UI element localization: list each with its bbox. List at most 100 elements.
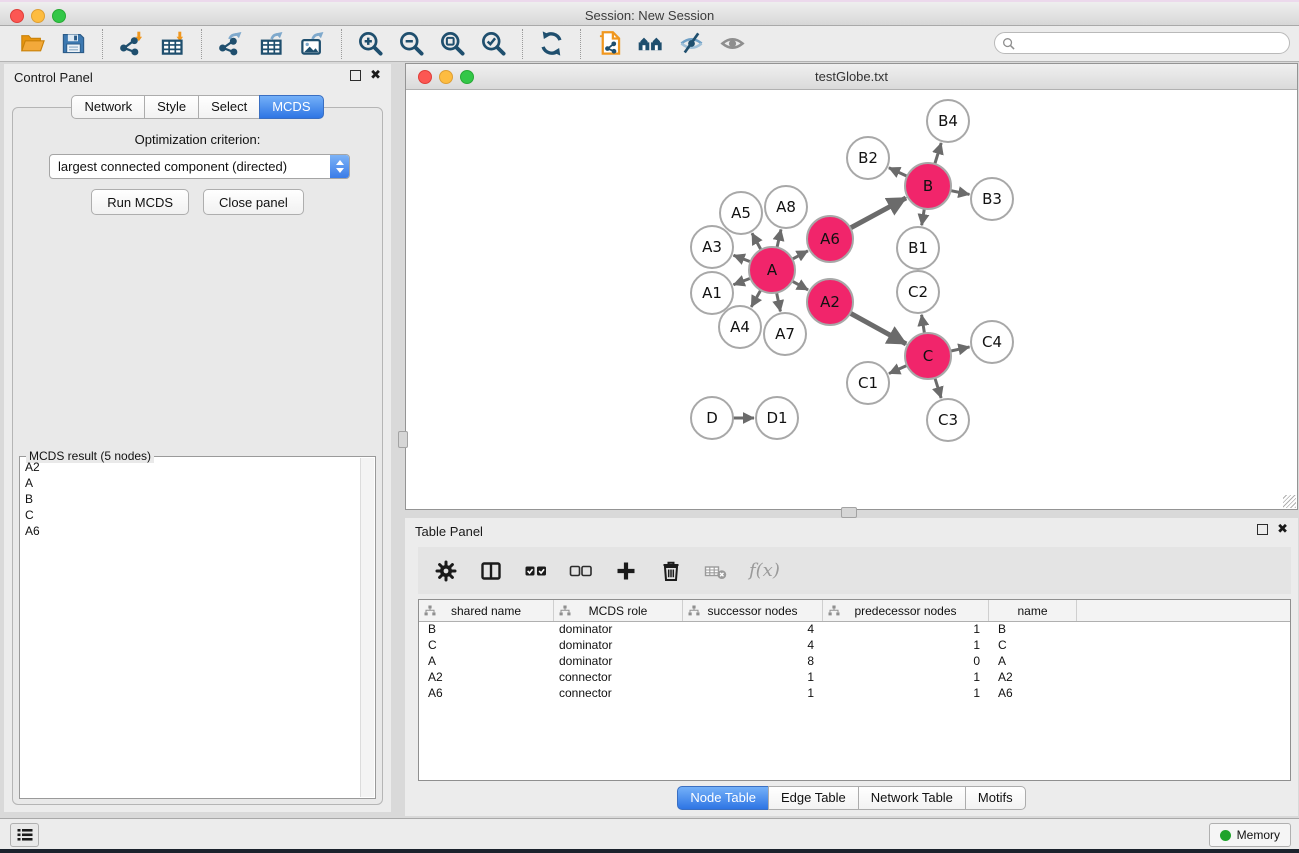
save-session-icon[interactable] xyxy=(60,30,87,57)
close-panel-button[interactable]: Close panel xyxy=(203,189,304,215)
float-panel-icon[interactable] xyxy=(350,70,361,81)
table-cell[interactable]: 0 xyxy=(823,654,989,670)
task-history-button[interactable] xyxy=(10,823,39,847)
table-cell[interactable]: A6 xyxy=(989,686,1077,702)
table-cell[interactable]: 1 xyxy=(683,686,823,702)
clone-network-icon[interactable] xyxy=(596,30,623,57)
graph-node-A4[interactable]: A4 xyxy=(719,306,761,348)
tab-network-table[interactable]: Network Table xyxy=(858,786,966,810)
table-cell[interactable]: 8 xyxy=(683,654,823,670)
table-row[interactable]: A2connector11A2 xyxy=(419,670,1290,686)
table-cell[interactable]: 1 xyxy=(683,670,823,686)
table-cell[interactable]: A xyxy=(989,654,1077,670)
graph-node-A2[interactable]: A2 xyxy=(807,279,853,325)
graph-node-D1[interactable]: D1 xyxy=(756,397,798,439)
table-cell[interactable]: dominator xyxy=(554,654,683,670)
column-header-predecessor-nodes[interactable]: predecessor nodes xyxy=(823,600,989,621)
dropdown-stepper-icon[interactable] xyxy=(330,155,349,178)
show-all-views-icon[interactable] xyxy=(637,30,664,57)
mcds-result-item[interactable]: A6 xyxy=(21,523,360,539)
column-header-name[interactable]: name xyxy=(989,600,1077,621)
tab-network[interactable]: Network xyxy=(71,95,145,119)
tab-mcds[interactable]: MCDS xyxy=(259,95,323,119)
column-header-successor-nodes[interactable]: successor nodes xyxy=(683,600,823,621)
table-cell[interactable]: B xyxy=(419,622,554,638)
table-cell[interactable]: 4 xyxy=(683,638,823,654)
search-input[interactable] xyxy=(1019,33,1289,53)
export-image-icon[interactable] xyxy=(299,30,326,57)
table-cell[interactable]: 4 xyxy=(683,622,823,638)
zoom-in-icon[interactable] xyxy=(357,30,384,57)
float-panel-icon[interactable] xyxy=(1257,524,1268,535)
export-table-icon[interactable] xyxy=(258,30,285,57)
open-session-icon[interactable] xyxy=(19,30,46,57)
table-cell[interactable]: 1 xyxy=(823,670,989,686)
table-row[interactable]: A6connector11A6 xyxy=(419,686,1290,702)
table-cell[interactable]: C xyxy=(989,638,1077,654)
table-cell[interactable]: dominator xyxy=(554,622,683,638)
hide-details-icon[interactable] xyxy=(678,30,705,57)
table-cell[interactable]: A2 xyxy=(419,670,554,686)
graph-node-A1[interactable]: A1 xyxy=(691,272,733,314)
refresh-layout-icon[interactable] xyxy=(538,30,565,57)
mcds-result-item[interactable]: B xyxy=(21,491,360,507)
graph-node-C1[interactable]: C1 xyxy=(847,362,889,404)
graph-node-A3[interactable]: A3 xyxy=(691,226,733,268)
tab-edge-table[interactable]: Edge Table xyxy=(768,786,859,810)
graph-node-C3[interactable]: C3 xyxy=(927,399,969,441)
graph-node-D[interactable]: D xyxy=(691,397,733,439)
graph-node-B4[interactable]: B4 xyxy=(927,100,969,142)
table-options-gear-icon[interactable] xyxy=(434,559,458,583)
table-cell[interactable]: 1 xyxy=(823,638,989,654)
table-cell[interactable]: A2 xyxy=(989,670,1077,686)
splitter-handle-left[interactable] xyxy=(398,431,408,448)
table-cell[interactable]: connector xyxy=(554,670,683,686)
tab-motifs[interactable]: Motifs xyxy=(965,786,1026,810)
graph-node-B1[interactable]: B1 xyxy=(897,227,939,269)
deselect-all-icon[interactable] xyxy=(569,559,593,583)
table-cell[interactable]: dominator xyxy=(554,638,683,654)
add-column-icon[interactable] xyxy=(614,559,638,583)
graph-node-A[interactable]: A xyxy=(749,247,795,293)
table-cell[interactable]: 1 xyxy=(823,686,989,702)
zoom-fit-icon[interactable] xyxy=(439,30,466,57)
column-header-MCDS-role[interactable]: MCDS role xyxy=(554,600,683,621)
tab-node-table[interactable]: Node Table xyxy=(677,786,769,810)
graph-node-C[interactable]: C xyxy=(905,333,951,379)
graph-node-A6[interactable]: A6 xyxy=(807,216,853,262)
table-row[interactable]: Cdominator41C xyxy=(419,638,1290,654)
tab-select[interactable]: Select xyxy=(198,95,260,119)
export-network-icon[interactable] xyxy=(217,30,244,57)
mcds-result-item[interactable]: A2 xyxy=(21,459,360,475)
mcds-result-item[interactable]: C xyxy=(21,507,360,523)
import-network-icon[interactable] xyxy=(118,30,145,57)
graph-node-A8[interactable]: A8 xyxy=(765,186,807,228)
table-cell[interactable]: B xyxy=(989,622,1077,638)
graph-node-C2[interactable]: C2 xyxy=(897,271,939,313)
mcds-result-list[interactable]: A2ABCA6 xyxy=(21,459,360,797)
memory-button[interactable]: Memory xyxy=(1209,823,1291,847)
table-row[interactable]: Bdominator41B xyxy=(419,622,1290,638)
graph-node-C4[interactable]: C4 xyxy=(971,321,1013,363)
function-builder-icon[interactable]: f(x) xyxy=(749,560,780,581)
tab-style[interactable]: Style xyxy=(144,95,199,119)
import-table-icon[interactable] xyxy=(159,30,186,57)
close-panel-icon[interactable]: ✖ xyxy=(370,70,381,81)
search-field[interactable] xyxy=(994,32,1290,54)
graph-node-A7[interactable]: A7 xyxy=(764,313,806,355)
column-view-icon[interactable] xyxy=(479,559,503,583)
table-row[interactable]: Adominator80A xyxy=(419,654,1290,670)
graph-node-B2[interactable]: B2 xyxy=(847,137,889,179)
column-header-shared-name[interactable]: shared name xyxy=(419,600,554,621)
close-panel-icon[interactable]: ✖ xyxy=(1277,524,1288,535)
run-mcds-button[interactable]: Run MCDS xyxy=(91,189,189,215)
graph-node-B3[interactable]: B3 xyxy=(971,178,1013,220)
result-list-scrollbar[interactable] xyxy=(360,458,374,797)
splitter-handle-bottom[interactable] xyxy=(841,507,857,518)
zoom-out-icon[interactable] xyxy=(398,30,425,57)
graph-node-A5[interactable]: A5 xyxy=(720,192,762,234)
window-resize-grip[interactable] xyxy=(1283,495,1296,508)
show-details-icon[interactable] xyxy=(719,30,746,57)
table-cell[interactable]: 1 xyxy=(823,622,989,638)
delete-column-icon[interactable] xyxy=(704,559,728,583)
